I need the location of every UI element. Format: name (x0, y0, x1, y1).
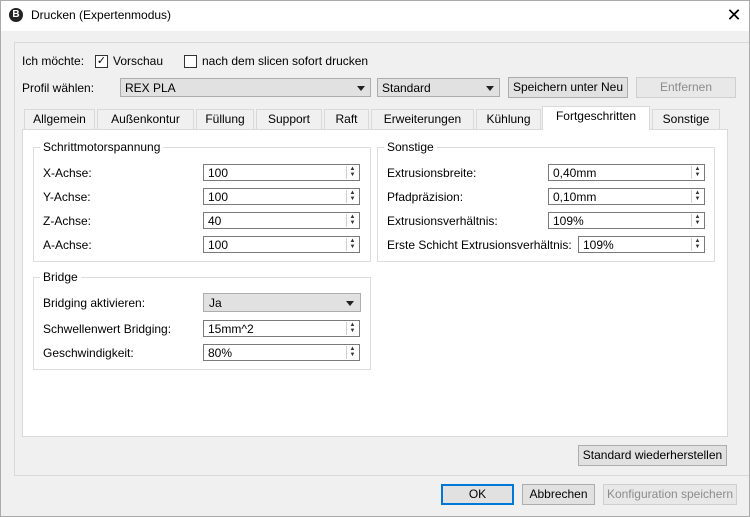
tab-support[interactable]: Support (256, 109, 322, 129)
y-axis-stepper[interactable]: 100 ▲ ▼ (203, 188, 360, 205)
y-axis-value: 100 (208, 190, 229, 204)
spin-arrows-icon[interactable]: ▲ ▼ (691, 190, 703, 203)
chevron-down-icon (486, 86, 494, 91)
save-as-new-button[interactable]: Speichern unter Neu (508, 77, 628, 98)
close-icon[interactable]: ✕ (724, 5, 744, 25)
spin-arrows-icon[interactable]: ▲ ▼ (346, 190, 358, 203)
z-axis-stepper[interactable]: 40 ▲ ▼ (203, 212, 360, 229)
extrusion-ratio-label: Extrusionsverhältnis: (387, 214, 498, 228)
y-axis-label: Y-Achse: (43, 190, 91, 204)
spin-arrows-icon[interactable]: ▲ ▼ (691, 166, 703, 179)
path-precision-label: Pfadpräzision: (387, 190, 464, 204)
save-config-button[interactable]: Konfiguration speichern (603, 484, 737, 505)
spin-arrows-icon[interactable]: ▲ ▼ (346, 346, 358, 359)
first-layer-extrusion-ratio-stepper[interactable]: 109% ▲ ▼ (578, 236, 705, 253)
tab-aussenkontur[interactable]: Außenkontur (97, 109, 194, 129)
bridging-enable-select[interactable]: Ja (203, 293, 361, 312)
restore-defaults-button[interactable]: Standard wiederherstellen (578, 445, 727, 466)
first-layer-extrusion-ratio-label: Erste Schicht Extrusionsverhältnis: (387, 238, 572, 252)
bridging-speed-value: 80% (208, 346, 233, 360)
z-axis-value: 40 (208, 214, 222, 228)
spin-arrows-icon[interactable]: ▲ ▼ (691, 238, 703, 251)
print-after-slice-label: nach dem slicen sofort drucken (202, 54, 369, 68)
tab-allgemein[interactable]: Allgemein (24, 109, 95, 129)
spin-arrows-icon[interactable]: ▲ ▼ (691, 214, 703, 227)
tab-raft[interactable]: Raft (324, 109, 369, 129)
preview-label: Vorschau (113, 54, 164, 68)
tab-sonstige[interactable]: Sonstige (652, 109, 720, 129)
ok-button[interactable]: OK (441, 484, 514, 505)
quality-select[interactable]: Standard (377, 78, 500, 97)
x-axis-stepper[interactable]: 100 ▲ ▼ (203, 164, 360, 181)
path-precision-stepper[interactable]: 0,10mm ▲ ▼ (548, 188, 705, 205)
app-logo-icon: B (9, 8, 23, 22)
bridging-threshold-stepper[interactable]: 15mm^2 ▲ ▼ (203, 320, 360, 337)
path-precision-value: 0,10mm (553, 190, 597, 204)
misc-group-title: Sonstige (384, 140, 437, 154)
tab-fuellung[interactable]: Füllung (196, 109, 254, 129)
extrusion-width-stepper[interactable]: 0,40mm ▲ ▼ (548, 164, 705, 181)
profile-select[interactable]: REX PLA (120, 78, 371, 97)
bridging-enable-label: Bridging aktivieren: (43, 296, 146, 310)
x-axis-value: 100 (208, 166, 229, 180)
chevron-down-icon (357, 86, 365, 91)
tab-fortgeschritten[interactable]: Fortgeschritten (542, 106, 650, 130)
profile-select-value: REX PLA (125, 81, 176, 95)
bridging-threshold-value: 15mm^2 (208, 322, 254, 336)
tab-erweiterungen[interactable]: Erweiterungen (371, 109, 474, 129)
chevron-down-icon (346, 301, 354, 306)
spin-arrows-icon[interactable]: ▲ ▼ (346, 322, 358, 335)
cancel-button[interactable]: Abbrechen (522, 484, 595, 505)
want-label: Ich möchte: (22, 54, 85, 68)
bridge-group-title: Bridge (40, 270, 81, 284)
extrusion-ratio-stepper[interactable]: 109% ▲ ▼ (548, 212, 705, 229)
tab-kuehlung[interactable]: Kühlung (476, 109, 541, 129)
stepper-group-title: Schrittmotorspannung (40, 140, 164, 154)
extrusion-width-label: Extrusionsbreite: (387, 166, 477, 180)
bridging-speed-label: Geschwindigkeit: (43, 346, 134, 360)
spin-arrows-icon[interactable]: ▲ ▼ (346, 238, 358, 251)
spin-arrows-icon[interactable]: ▲ ▼ (346, 166, 358, 179)
profile-label: Profil wählen: (22, 81, 95, 95)
a-axis-label: A-Achse: (43, 238, 92, 252)
bridging-speed-stepper[interactable]: 80% ▲ ▼ (203, 344, 360, 361)
title-bar: B Drucken (Expertenmodus) ✕ (0, 0, 750, 32)
bridging-threshold-label: Schwellenwert Bridging: (43, 322, 172, 336)
print-after-slice-checkbox[interactable] (184, 55, 197, 68)
bridging-enable-value: Ja (209, 296, 222, 310)
a-axis-value: 100 (208, 238, 229, 252)
extrusion-width-value: 0,40mm (553, 166, 597, 180)
quality-select-value: Standard (382, 81, 431, 95)
preview-checkbox[interactable]: ✓ (95, 55, 108, 68)
z-axis-label: Z-Achse: (43, 214, 92, 228)
first-layer-extrusion-ratio-value: 109% (583, 238, 614, 252)
spin-arrows-icon[interactable]: ▲ ▼ (346, 214, 358, 227)
extrusion-ratio-value: 109% (553, 214, 584, 228)
remove-button[interactable]: Entfernen (636, 77, 736, 98)
a-axis-stepper[interactable]: 100 ▲ ▼ (203, 236, 360, 253)
x-axis-label: X-Achse: (43, 166, 92, 180)
window-title: Drucken (Expertenmodus) (31, 8, 172, 22)
